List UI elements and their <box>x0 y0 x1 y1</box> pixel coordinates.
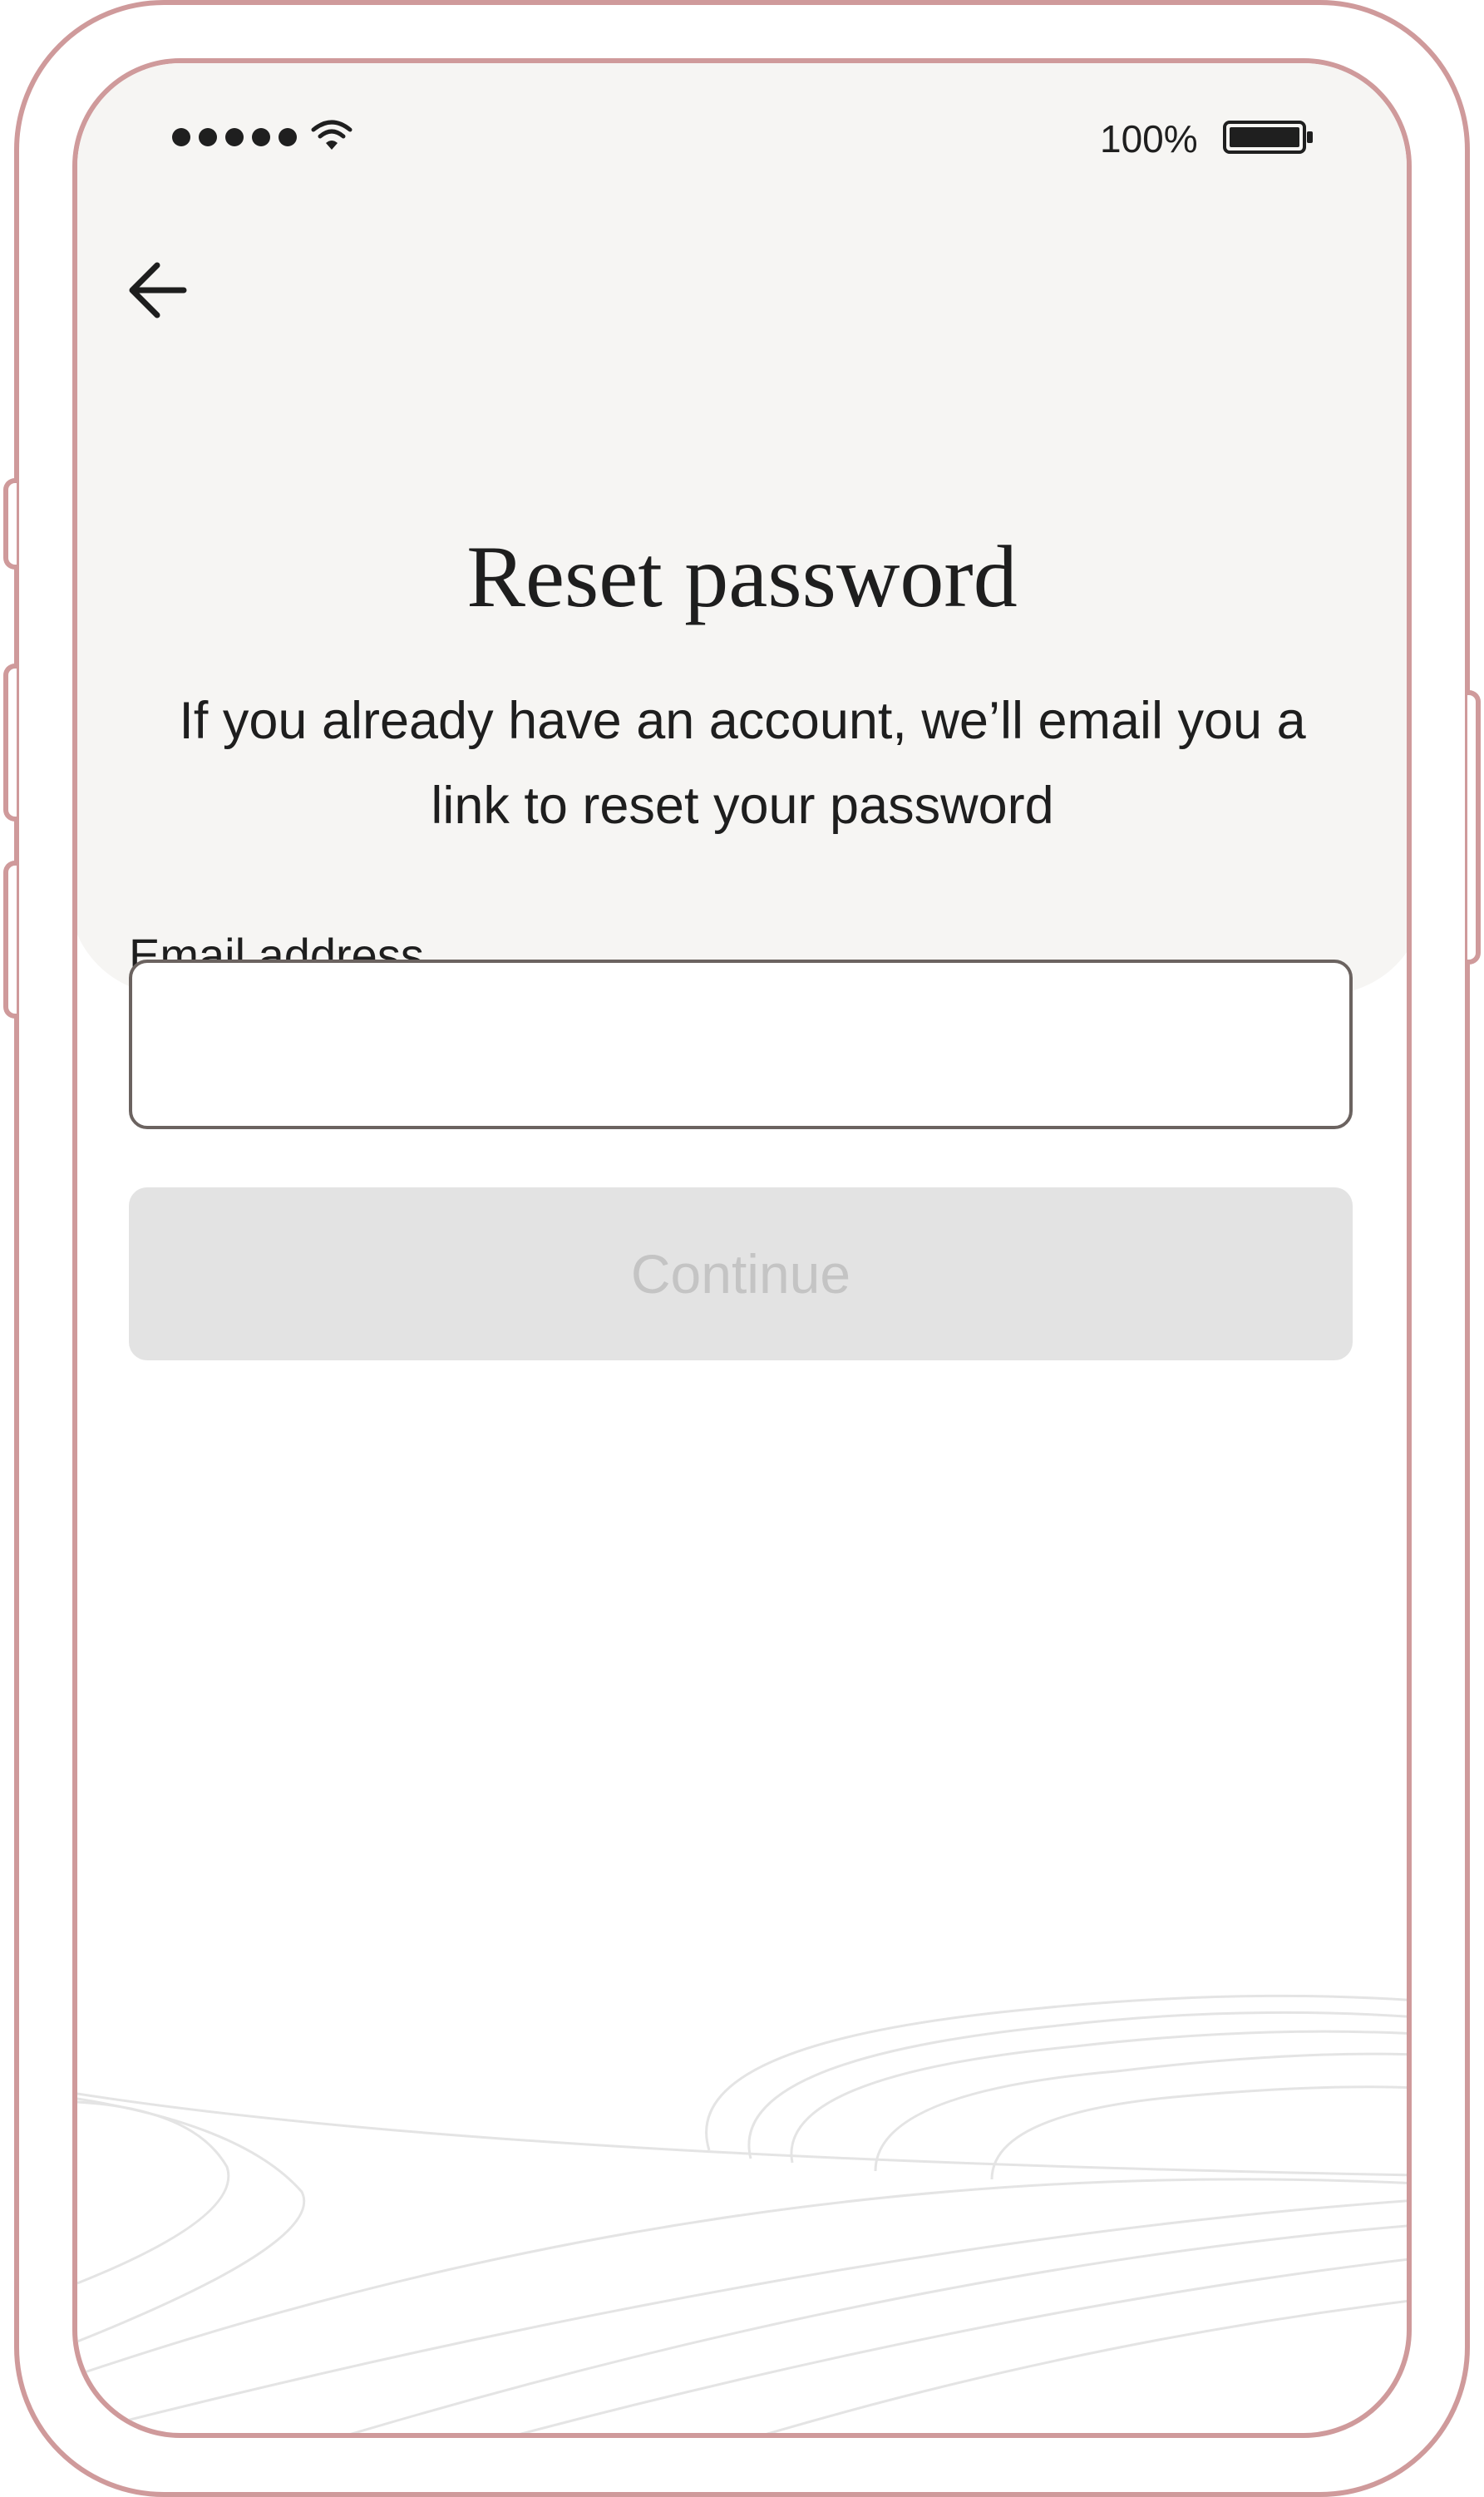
mute-switch <box>3 478 17 570</box>
battery-percentage: 100% <box>1100 117 1198 160</box>
power-button <box>1467 690 1481 965</box>
email-field[interactable] <box>129 960 1353 1129</box>
signal-dots-icon <box>172 128 190 146</box>
phone-screen: 100% Reset password If you already have … <box>72 58 1412 2438</box>
signal-dot <box>279 128 297 146</box>
signal-dot <box>225 128 244 146</box>
continue-button[interactable]: Continue <box>129 1187 1353 1360</box>
page-subtitle: If you already have an account, we’ll em… <box>179 692 1306 835</box>
arrow-left-icon <box>129 262 187 318</box>
wifi-icon <box>311 120 353 150</box>
volume-up-button <box>3 664 17 822</box>
back-button[interactable] <box>121 253 195 328</box>
signal-dot <box>252 128 270 146</box>
status-bar: 100% <box>77 63 1407 213</box>
signal-dot <box>199 128 217 146</box>
background-pattern <box>77 1994 1407 2433</box>
battery-icon <box>1223 121 1313 154</box>
page-title: Reset password <box>466 528 1018 625</box>
volume-down-button <box>3 861 17 1019</box>
